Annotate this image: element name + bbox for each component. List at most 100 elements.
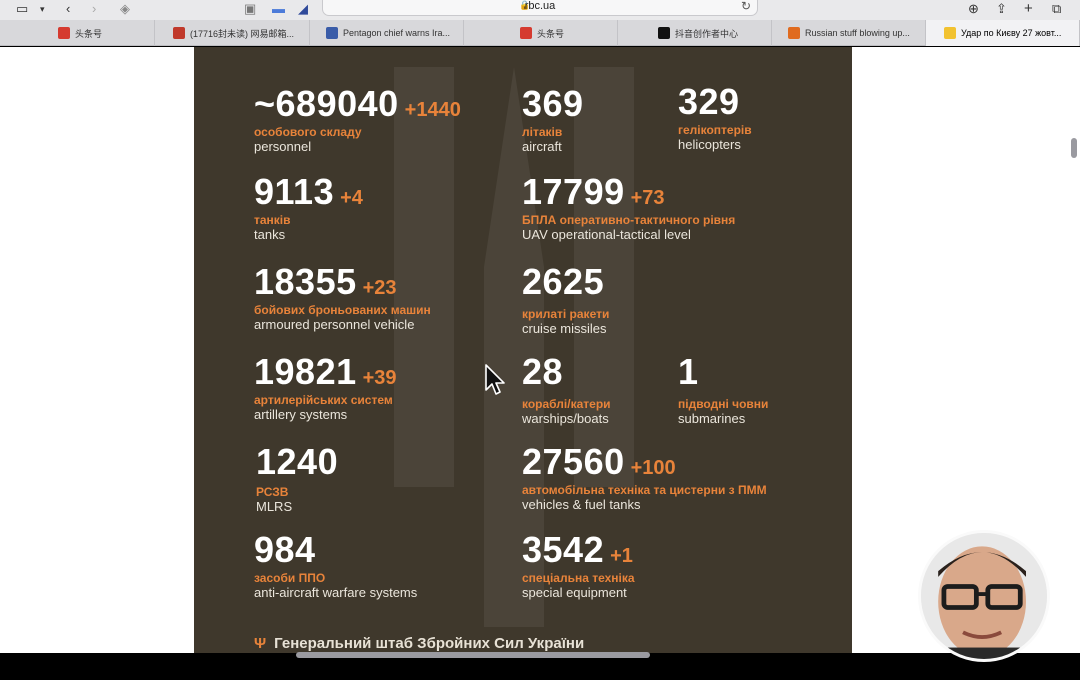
stat-label-en: aircraft [522,139,562,154]
tab-label: (17716封未读) 网易邮箱... [190,28,295,39]
stat-value: 28 [522,351,564,392]
stat-label-en: artillery systems [254,407,348,422]
stat-special-equipment: 3542 +1 спеціальна техніка special equipm… [522,531,635,601]
tab-label: 抖音创作者中心 [675,28,739,39]
stat-increase: +23 [362,277,397,299]
share-icon[interactable]: ⇪ [996,1,1007,17]
losses-infographic: ~689040 +1440 особового складу personnel … [194,47,852,653]
extension-icon-2[interactable]: ◢ [298,1,308,17]
stat-label-ua: БПЛА оперативно-тактичного рівня [522,213,736,227]
stat-label-en: vehicles & fuel tanks [522,497,641,512]
toutiao-icon [520,27,532,39]
stat-label-ua: танків [254,213,291,227]
stat-uav: 17799 +73 БПЛА оперативно-тактичного рівн… [522,173,735,243]
stat-value: 2625 [522,261,605,302]
tab-mail[interactable]: (17716封未读) 网易邮箱... [155,20,310,46]
stat-value: ~689040 [254,83,399,124]
stat-anti-aircraft: 984 засоби ППО anti-aircraft warfare sys… [254,531,417,601]
presenter-avatar [921,533,1047,659]
stat-increase: +4 [340,187,363,209]
news-icon [326,27,338,39]
address-bar[interactable]: 🔒 rbc.ua ↻ [322,0,758,16]
tab-label: Pentagon chief warns Ira... [343,28,451,38]
browser-toolbar: ▭ ▾ ‹ › ◈ ▣ ▬ ◢ 🔒 rbc.ua ↻ ⊕ ⇪ + ⧉ [0,0,1080,20]
trident-icon: Ψ [254,635,267,652]
stat-value: 1240 [256,441,339,482]
stat-label-en: special equipment [522,585,627,600]
stat-label-en: warships/boats [522,411,609,426]
tab-rbc-active[interactable]: Удар по Києву 27 жовт... [926,20,1080,46]
extension-icon[interactable]: ▬ [272,1,285,17]
general-staff-footer: Ψ Генеральний штаб Збройних Сил України [254,635,584,652]
reddit-icon [788,27,800,39]
stat-label-ua: кораблі/катери [522,397,611,411]
sidebar-icon[interactable]: ▭ [16,1,28,17]
tab-overview-icon[interactable]: ⧉ [1052,1,1061,17]
stat-increase: +1440 [404,99,461,121]
stat-value: 3542 [522,529,605,570]
stat-label-en: MLRS [256,499,293,514]
stat-value: 17799 [522,171,625,212]
stat-label-en: personnel [254,139,312,154]
back-icon[interactable]: ‹ [66,1,70,17]
stat-label-ua: підводні човни [678,397,769,411]
footer-text: Генеральний штаб Збройних Сил України [274,635,585,652]
stat-label-ua: літаків [522,125,563,139]
horizontal-scrollbar[interactable] [296,652,650,658]
chevron-down-icon[interactable]: ▾ [40,1,45,17]
stat-mlrs: 1240 РСЗВ MLRS [256,443,338,515]
webcam-overlay [918,530,1050,662]
url-text: rbc.ua [524,0,556,12]
bottom-bar [0,660,1080,680]
reader-icon[interactable]: ▣ [244,1,256,17]
stat-increase: +1 [610,545,633,567]
stat-increase: +73 [630,187,665,209]
stat-label-en: submarines [678,411,746,426]
mail-icon [173,27,185,39]
stat-aircraft: 369 літаків aircraft [522,85,584,155]
stat-increase: +100 [630,457,676,479]
tab-douyin[interactable]: 抖音创作者中心 [618,20,772,46]
stat-cruise-missiles: 2625 крилаті ракети cruise missiles [522,263,609,337]
web-page: ~689040 +1440 особового складу personnel … [0,47,1080,653]
stat-label-en: tanks [254,227,286,242]
tab-label: 头条号 [537,28,565,39]
shield-icon[interactable]: ◈ [120,1,130,17]
douyin-icon [658,27,670,39]
new-tab-icon[interactable]: + [1024,1,1033,17]
stat-value: 9113 [254,171,335,212]
stat-label-ua: РСЗВ [256,485,289,499]
stat-label-ua: особового складу [254,125,362,139]
forward-icon[interactable]: › [92,1,96,17]
toutiao-icon [58,27,70,39]
stat-increase: +39 [362,367,397,389]
stat-label-ua: бойових броньованих машин [254,303,431,317]
stat-label-ua: гелікоптерів [678,123,752,137]
stat-label-ua: крилаті ракети [522,307,610,321]
tab-toutiao-2[interactable]: 头条号 [464,20,618,46]
stat-label-en: UAV operational-tactical level [522,227,691,242]
stat-label-ua: автомобільна техніка та цистерни з ПММ [522,483,767,497]
tab-label: Russian stuff blowing up... [805,28,910,38]
download-icon[interactable]: ⊕ [968,1,979,17]
stat-value: 329 [678,81,740,122]
stat-label-ua: засоби ППО [254,571,326,585]
reload-icon[interactable]: ↻ [741,0,751,13]
vertical-scrollbar[interactable] [1071,138,1077,158]
mouse-pointer-icon [485,364,505,395]
stat-label-en: cruise missiles [522,321,607,336]
stat-label-en: helicopters [678,137,741,152]
tab-bar: 头条号 (17716封未读) 网易邮箱... Pentagon chief wa… [0,20,1080,46]
stat-value: 984 [254,529,316,570]
stat-value: 18355 [254,261,357,302]
stat-vehicles: 27560 +100 автомобільна техніка та цистер… [522,443,767,513]
stat-value: 369 [522,83,584,124]
tab-toutiao-1[interactable]: 头条号 [0,20,155,46]
tab-label: 头条号 [75,28,103,39]
stat-artillery: 19821 +39 артилерійських систем artillery… [254,353,397,423]
tab-pentagon[interactable]: Pentagon chief warns Ira... [310,20,464,46]
stat-armoured-vehicles: 18355 +23 бойових броньованих машин armou… [254,263,431,333]
tab-russian-stuff[interactable]: Russian stuff blowing up... [772,20,926,46]
stat-value: 27560 [522,441,625,482]
stat-tanks: 9113 +4 танків tanks [254,173,363,243]
